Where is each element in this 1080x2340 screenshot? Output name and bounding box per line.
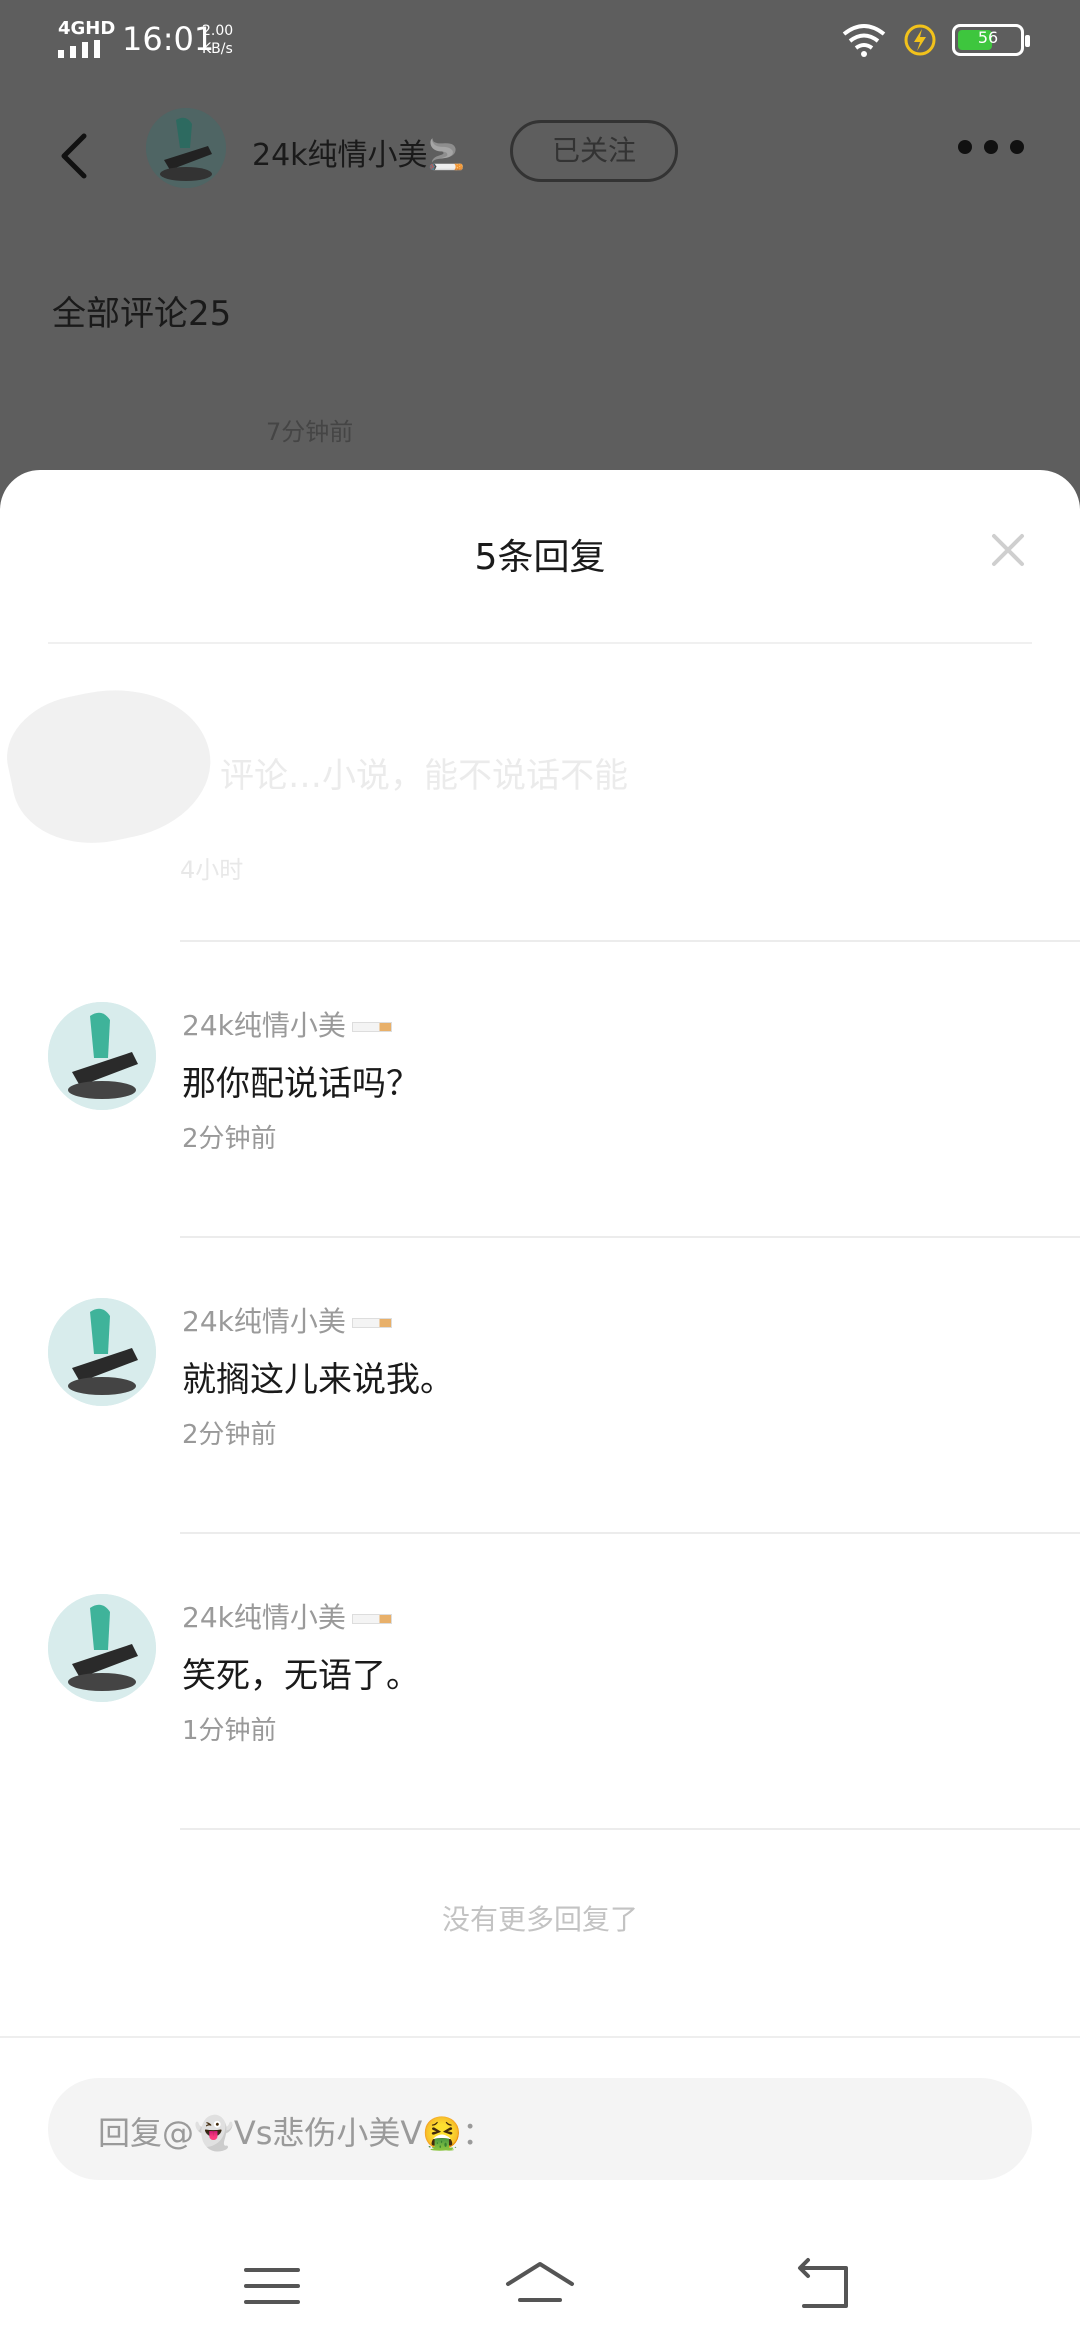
reply-time: 2分钟前 [182,1124,277,1154]
screen: 4GHD 16:01 2.00 KB/s 56 24k纯情小美🚬 已关注 全部评… [0,0,1080,2340]
charging-icon [904,24,936,56]
divider [180,1532,1080,1534]
divider [180,1828,1080,1830]
reply-input[interactable]: 回复@👻Vs悲伤小美V🤮： [48,2078,1032,2180]
reply-time: 1分钟前 [182,1716,277,1746]
avatar-image [48,1594,156,1702]
signal-icon [58,40,100,58]
clock: 16:01 [122,20,215,58]
reply-author-name: 24k纯情小美 [182,1601,346,1634]
all-comments-heading: 全部评论25 [52,294,232,334]
reply-item[interactable]: 24k纯情小美 就搁这儿来说我。 2分钟前 [0,1236,1080,1532]
cigarette-emoji-icon [351,1318,392,1328]
back-arrow-icon[interactable] [50,124,100,184]
faded-reply: 评论…小说，能不说话不能 4小时 [0,660,1080,890]
reply-text: 笑死，无语了。 [182,1656,420,1696]
comment-time: 7分钟前 [266,418,354,446]
replies-sheet: 5条回复 评论…小说，能不说话不能 4小时 24k纯情小美 那你配说话吗？ 2分… [0,470,1080,2340]
divider [180,1236,1080,1238]
close-icon[interactable] [984,526,1032,574]
home-icon[interactable] [500,2246,580,2326]
background-page: 4GHD 16:01 2.00 KB/s 56 24k纯情小美🚬 已关注 全部评… [0,0,1080,520]
divider [180,940,1080,942]
status-bar: 4GHD 16:01 2.00 KB/s 56 [0,0,1080,80]
author-name[interactable]: 24k纯情小美🚬 [252,130,465,174]
reply-input-placeholder: 回复@👻Vs悲伤小美V🤮： [98,2114,495,2152]
reply-author-name: 24k纯情小美 [182,1009,346,1042]
divider [0,2036,1080,2038]
reply-time: 2分钟前 [182,1420,277,1450]
system-nav-bar [0,2236,1080,2340]
faded-reply-text: 评论…小说，能不说话不能 [220,756,628,796]
divider [48,642,1032,644]
list-end-divider [0,1828,1080,1830]
reply-author-name: 24k纯情小美 [182,1305,346,1338]
blurred-avatar [0,670,224,860]
cigarette-emoji-icon [351,1022,392,1032]
avatar[interactable] [48,1002,156,1110]
follow-button[interactable]: 已关注 [510,120,678,182]
network-speed: 2.00 KB/s [202,23,234,57]
avatar-image [48,1002,156,1110]
avatar[interactable] [48,1298,156,1406]
no-more-replies: 没有更多回复了 [441,1903,638,1936]
avatar[interactable] [48,1594,156,1702]
reply-item[interactable]: 24k纯情小美 笑死，无语了。 1分钟前 [0,1532,1080,1828]
author-avatar[interactable] [146,108,226,188]
reply-author[interactable]: 24k纯情小美 [182,1300,392,1340]
avatar-image [146,108,226,188]
status-right: 56 [840,22,1030,58]
reply-author[interactable]: 24k纯情小美 [182,1596,392,1636]
reply-author[interactable]: 24k纯情小美 [182,1004,392,1044]
sheet-title: 5条回复 [474,537,606,578]
reply-text: 就搁这儿来说我。 [182,1360,454,1400]
more-options-icon[interactable] [958,140,1024,154]
top-bar: 24k纯情小美🚬 已关注 [0,100,1080,210]
network-type: 4GHD [58,18,116,39]
reply-item[interactable]: 24k纯情小美 那你配说话吗？ 2分钟前 [0,940,1080,1236]
wifi-icon [842,24,886,57]
faded-reply-time: 4小时 [180,856,244,884]
reply-text: 那你配说话吗？ [182,1064,420,1104]
back-icon[interactable] [784,2246,864,2326]
cigarette-emoji-icon [351,1614,392,1624]
battery-icon: 56 [952,24,1030,56]
battery-level: 56 [977,28,999,47]
menu-icon[interactable] [232,2246,312,2326]
avatar-image [48,1298,156,1406]
